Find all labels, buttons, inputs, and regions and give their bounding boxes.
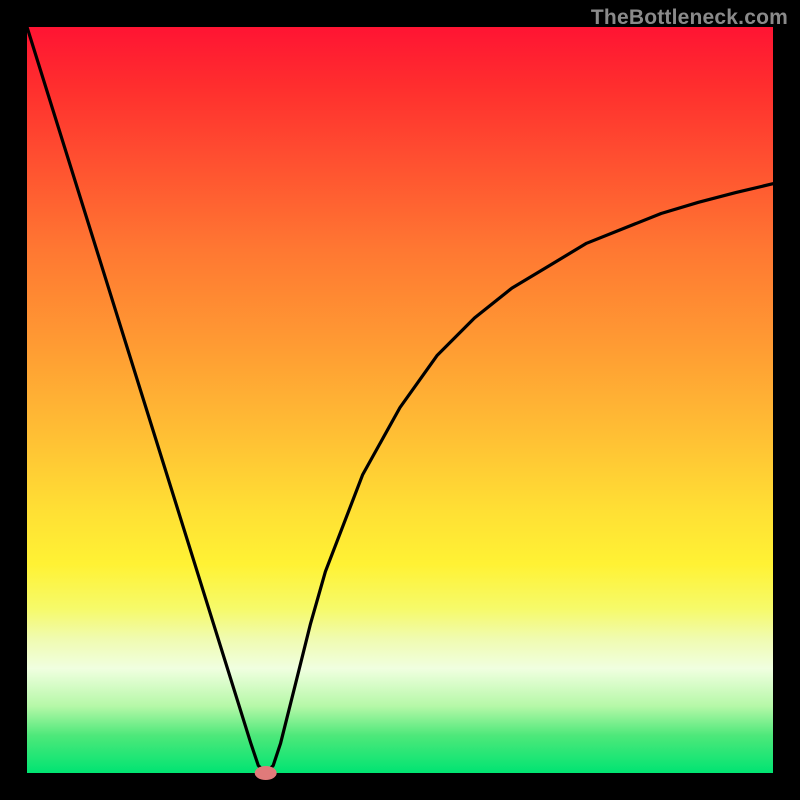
watermark-text: TheBottleneck.com	[591, 6, 788, 30]
optimal-marker	[27, 27, 773, 773]
plot-area	[27, 27, 773, 773]
chart-frame: TheBottleneck.com	[0, 0, 800, 800]
